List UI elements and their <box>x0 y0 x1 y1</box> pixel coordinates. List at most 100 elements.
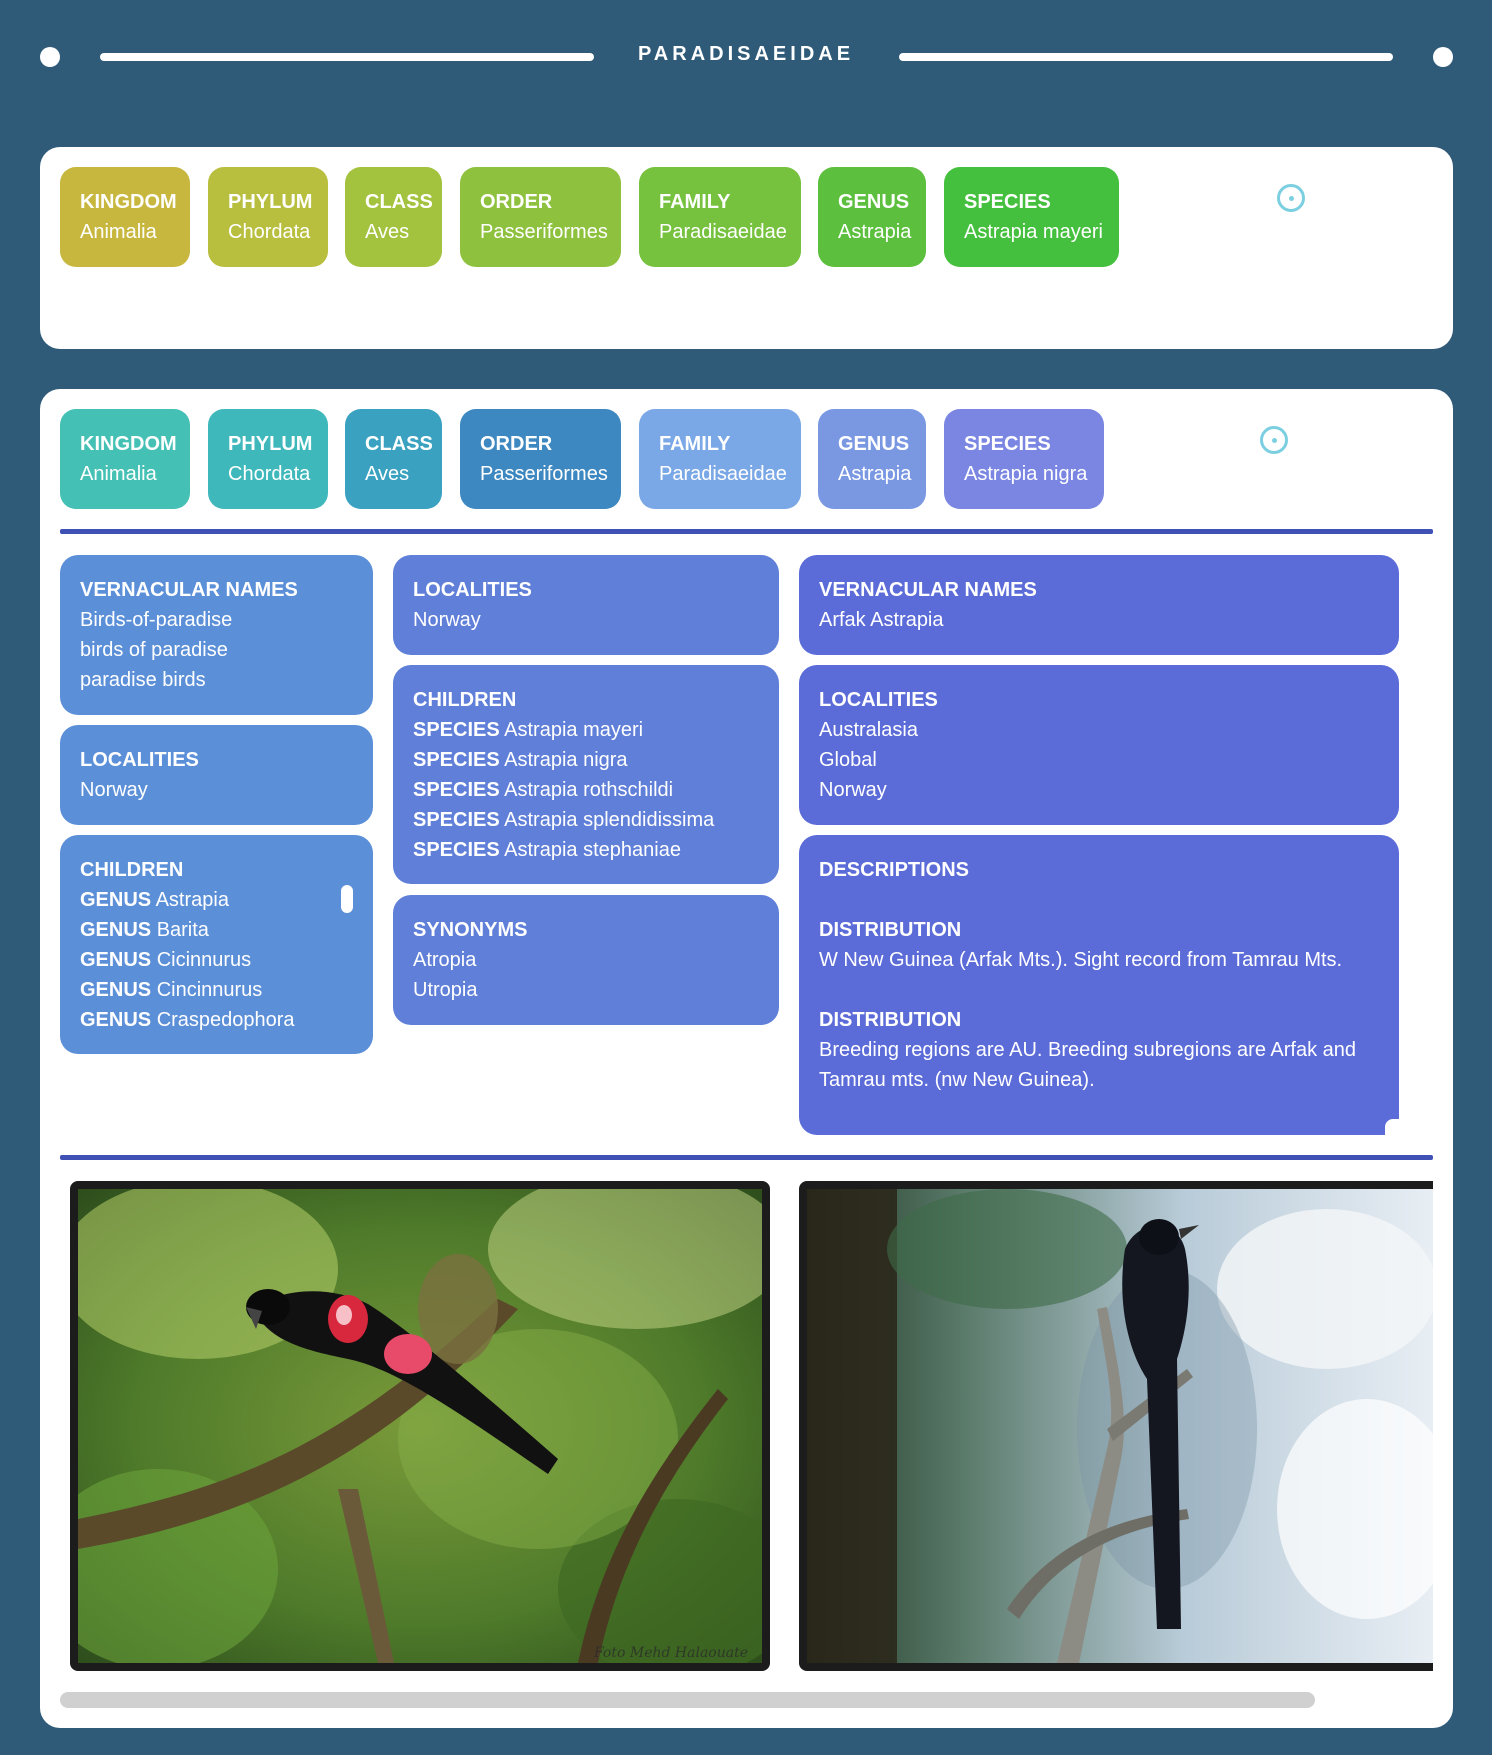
descriptions-card: DESCRIPTIONS DISTRIBUTION W New Guinea (… <box>799 835 1399 1135</box>
child-link[interactable]: GENUS Cincinnurus <box>80 975 353 1005</box>
child-link[interactable]: GENUS Craspedophora <box>80 1005 353 1035</box>
header-right-rule <box>899 53 1393 61</box>
child-name: Astrapia mayeri <box>504 719 644 741</box>
child-link[interactable]: SPECIES Astrapia stephaniae <box>413 835 759 865</box>
child-link[interactable]: GENUS Barita <box>80 915 353 945</box>
child-name: Astrapia rothschildi <box>504 779 674 801</box>
synonym: Atropia <box>413 949 477 971</box>
child-name: Craspedophora <box>156 1009 295 1031</box>
header-left-dot <box>40 47 60 67</box>
localities-card: LOCALITIES Australasia Global Norway <box>799 665 1399 825</box>
taxon-chip-genus[interactable]: GENUS Astrapia <box>818 409 926 509</box>
taxon-rank: KINGDOM <box>80 191 177 213</box>
child-name: Astrapia nigra <box>504 749 628 771</box>
taxon-name: Chordata <box>228 463 311 485</box>
card-resize-handle[interactable] <box>1385 1119 1399 1135</box>
taxon-rank: CLASS <box>365 433 433 455</box>
locality: Australasia <box>819 719 918 741</box>
horizontal-scrollbar[interactable] <box>60 1692 1315 1708</box>
taxon-chip-phylum[interactable]: PHYLUM Chordata <box>208 167 328 267</box>
card-heading: VERNACULAR NAMES <box>819 579 1037 601</box>
child-rank: SPECIES <box>413 749 500 771</box>
vernacular-name: Birds-of-paradise <box>80 609 233 631</box>
taxon-name: Astrapia <box>838 463 912 485</box>
children-card: CHILDREN GENUS Astrapia GENUS Barita GEN… <box>60 835 373 1054</box>
child-link[interactable]: SPECIES Astrapia nigra <box>413 745 759 775</box>
child-rank: GENUS <box>80 889 152 911</box>
bird-photo-2[interactable] <box>799 1181 1433 1671</box>
taxon-name: Paradisaeidae <box>659 221 787 243</box>
bird-photo-1[interactable]: Foto Mehd Halaouate <box>70 1181 770 1671</box>
child-name: Astrapia <box>155 889 229 911</box>
taxon-chip-species[interactable]: SPECIES Astrapia nigra <box>944 409 1104 509</box>
taxon-chip-family[interactable]: FAMILY Paradisaeidae <box>639 409 801 509</box>
taxon-name: Animalia <box>80 221 157 243</box>
locality: Norway <box>80 779 148 801</box>
child-rank: GENUS <box>80 1009 152 1031</box>
page-header: PARADISAEIDAE <box>0 0 1492 115</box>
expand-target-icon[interactable] <box>1277 184 1305 212</box>
bird-photo-1-image <box>78 1189 762 1663</box>
localities-card: LOCALITIES Norway <box>60 725 373 825</box>
vernacular-names-card: VERNACULAR NAMES Arfak Astrapia <box>799 555 1399 655</box>
child-link[interactable]: SPECIES Astrapia splendidissima <box>413 805 759 835</box>
child-rank: GENUS <box>80 919 152 941</box>
taxonomy-panel-nigra: KINGDOM Animalia PHYLUM Chordata CLASS Aves OR… <box>40 389 1453 1728</box>
card-scrollbar-thumb[interactable] <box>341 885 353 913</box>
child-rank: SPECIES <box>413 719 500 741</box>
distribution-text: W New Guinea (Arfak Mts.). Sight record … <box>819 949 1343 971</box>
taxon-chip-kingdom[interactable]: KINGDOM Animalia <box>60 167 190 267</box>
vernacular-name: Arfak Astrapia <box>819 609 944 631</box>
child-link[interactable]: GENUS Cicinnurus <box>80 945 353 975</box>
taxon-chip-genus[interactable]: GENUS Astrapia <box>818 167 926 267</box>
child-rank: SPECIES <box>413 809 500 831</box>
vernacular-name: birds of paradise <box>80 639 228 661</box>
taxon-chip-class[interactable]: CLASS Aves <box>345 167 442 267</box>
child-link[interactable]: GENUS Astrapia <box>80 885 353 915</box>
taxon-name: Passeriformes <box>480 221 608 243</box>
taxon-rank: GENUS <box>838 433 910 455</box>
taxon-chip-phylum[interactable]: PHYLUM Chordata <box>208 409 328 509</box>
card-heading: VERNACULAR NAMES <box>80 579 298 601</box>
taxon-name: Astrapia mayeri <box>964 221 1103 243</box>
synonym: Utropia <box>413 979 478 1001</box>
child-link[interactable]: SPECIES Astrapia rothschildi <box>413 775 759 805</box>
section-divider <box>60 529 1433 534</box>
taxon-rank: ORDER <box>480 433 553 455</box>
taxon-name: Aves <box>365 221 410 243</box>
taxon-rank: PHYLUM <box>228 191 313 213</box>
child-rank: SPECIES <box>413 839 500 861</box>
taxon-rank: PHYLUM <box>228 433 313 455</box>
taxon-name: Passeriformes <box>480 463 608 485</box>
vernacular-name: paradise birds <box>80 669 206 691</box>
synonyms-card: SYNONYMS Atropia Utropia <box>393 895 779 1025</box>
taxon-rank: CLASS <box>365 191 433 213</box>
header-right-dot <box>1433 47 1453 67</box>
card-heading: DESCRIPTIONS <box>819 859 970 881</box>
card-heading: CHILDREN <box>80 859 184 881</box>
taxon-chip-order[interactable]: ORDER Passeriformes <box>460 409 621 509</box>
taxon-chip-kingdom[interactable]: KINGDOM Animalia <box>60 409 190 509</box>
photo-watermark: Foto Mehd Halaouate <box>593 1645 748 1661</box>
card-heading: LOCALITIES <box>413 579 532 601</box>
bird-photo-2-image <box>807 1189 1433 1663</box>
expand-target-icon[interactable] <box>1260 426 1288 454</box>
taxon-chip-species[interactable]: SPECIES Astrapia mayeri <box>944 167 1119 267</box>
locality: Norway <box>819 779 887 801</box>
card-heading: LOCALITIES <box>80 749 199 771</box>
child-link[interactable]: SPECIES Astrapia mayeri <box>413 715 759 745</box>
child-rank: GENUS <box>80 979 152 1001</box>
header-left-rule <box>100 53 594 61</box>
localities-card: LOCALITIES Norway <box>393 555 779 655</box>
taxon-rank: SPECIES <box>964 191 1051 213</box>
taxon-name: Animalia <box>80 463 157 485</box>
taxon-chip-order[interactable]: ORDER Passeriformes <box>460 167 621 267</box>
taxon-rank: ORDER <box>480 191 553 213</box>
taxon-chip-class[interactable]: CLASS Aves <box>345 409 442 509</box>
child-name: Barita <box>156 919 209 941</box>
taxon-chip-family[interactable]: FAMILY Paradisaeidae <box>639 167 801 267</box>
taxon-rank: KINGDOM <box>80 433 177 455</box>
card-heading: CHILDREN <box>413 689 517 711</box>
distribution-text: Breeding regions are AU. Breeding subreg… <box>819 1039 1357 1091</box>
child-name: Astrapia splendidissima <box>504 809 715 831</box>
